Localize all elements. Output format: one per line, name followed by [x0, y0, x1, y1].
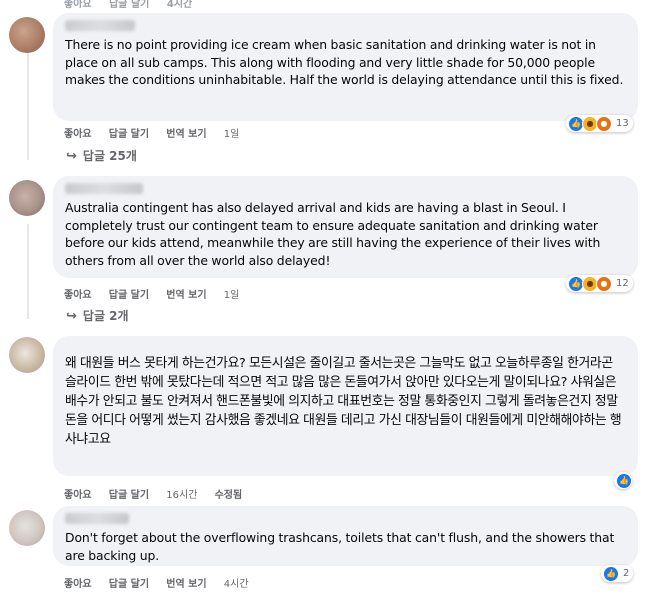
avatar[interactable]	[9, 17, 45, 53]
translate-link[interactable]: 번역 보기	[166, 290, 206, 301]
thread-line	[27, 224, 29, 319]
like-link[interactable]: 좋아요	[64, 490, 92, 501]
like-icon: 👍	[616, 472, 632, 489]
thread-line	[27, 52, 29, 160]
comment-actions: 좋아요 답글 달기 16시간 수정됨	[64, 486, 256, 501]
replies-count: 답글 25개	[82, 149, 137, 163]
reply-link[interactable]: 답글 달기	[109, 490, 149, 501]
comment-time[interactable]: 4시간	[167, 0, 192, 10]
author-name-blurred[interactable]	[65, 183, 143, 194]
reactions-summary[interactable]: 👍 ● ● 13	[566, 115, 633, 132]
avatar[interactable]	[9, 180, 45, 216]
angry-icon: ●	[596, 275, 612, 292]
view-replies-link[interactable]: ↪ 답글 2개	[66, 307, 129, 324]
reply-link[interactable]: 답글 달기	[109, 129, 149, 140]
previous-comment-actions: 좋아요 답글 달기 4시간	[64, 0, 206, 10]
like-link[interactable]: 좋아요	[64, 0, 92, 10]
avatar[interactable]	[9, 510, 45, 546]
comment-actions: 좋아요 답글 달기 번역 보기 4시간	[64, 575, 263, 590]
avatar[interactable]	[9, 337, 45, 373]
like-link[interactable]: 좋아요	[64, 290, 92, 301]
comment-text: 왜 대원들 버스 못타게 하는건가요? 모든시설은 줄이길고 줄서는곳은 그늘막…	[65, 356, 622, 447]
comment-actions: 좋아요 답글 달기 번역 보기 1일	[64, 125, 253, 140]
reactions-summary[interactable]: 👍	[614, 472, 632, 489]
reactions-summary[interactable]: 👍 ● ● 12	[566, 275, 633, 292]
angry-icon: ●	[596, 115, 612, 132]
reactions-summary[interactable]: 👍 2	[601, 565, 634, 582]
translate-link[interactable]: 번역 보기	[166, 579, 206, 590]
comment-actions: 좋아요 답글 달기 번역 보기 1일	[64, 286, 253, 301]
edited-label: 수정됨	[214, 490, 243, 501]
reply-link[interactable]: 답글 달기	[109, 290, 149, 301]
replies-count: 답글 2개	[82, 309, 129, 323]
comment-bubble: Australia contingent has also delayed ar…	[53, 176, 638, 278]
comment-time[interactable]: 4시간	[224, 579, 249, 590]
comment-time[interactable]: 1일	[224, 290, 240, 301]
like-link[interactable]: 좋아요	[64, 579, 92, 590]
like-link[interactable]: 좋아요	[64, 129, 92, 140]
reaction-count: 13	[616, 118, 629, 129]
author-name-blurred[interactable]	[65, 513, 129, 524]
reply-arrow-icon: ↪	[66, 149, 77, 164]
comment-bubble: 왜 대원들 버스 못타게 하는건가요? 모든시설은 줄이길고 줄서는곳은 그늘막…	[53, 336, 638, 476]
comment-bubble: Don't forget about the overflowing trash…	[53, 506, 638, 566]
view-replies-link[interactable]: ↪ 답글 25개	[66, 147, 137, 164]
comment-text: Don't forget about the overflowing trash…	[65, 530, 615, 563]
reply-arrow-icon: ↪	[66, 309, 77, 324]
comment-time[interactable]: 1일	[224, 129, 240, 140]
comment-text: Australia contingent has also delayed ar…	[65, 200, 601, 268]
reply-link[interactable]: 답글 달기	[109, 579, 149, 590]
like-icon: 👍	[603, 565, 619, 582]
reply-link[interactable]: 답글 달기	[109, 0, 149, 10]
reaction-count: 12	[616, 278, 629, 289]
comment-text: There is no point providing ice cream wh…	[65, 37, 624, 88]
reaction-count: 2	[623, 568, 630, 579]
comment-time[interactable]: 16시간	[166, 490, 197, 501]
comment-bubble: There is no point providing ice cream wh…	[53, 13, 638, 121]
translate-link[interactable]: 번역 보기	[166, 129, 206, 140]
author-name-blurred[interactable]	[65, 20, 135, 31]
